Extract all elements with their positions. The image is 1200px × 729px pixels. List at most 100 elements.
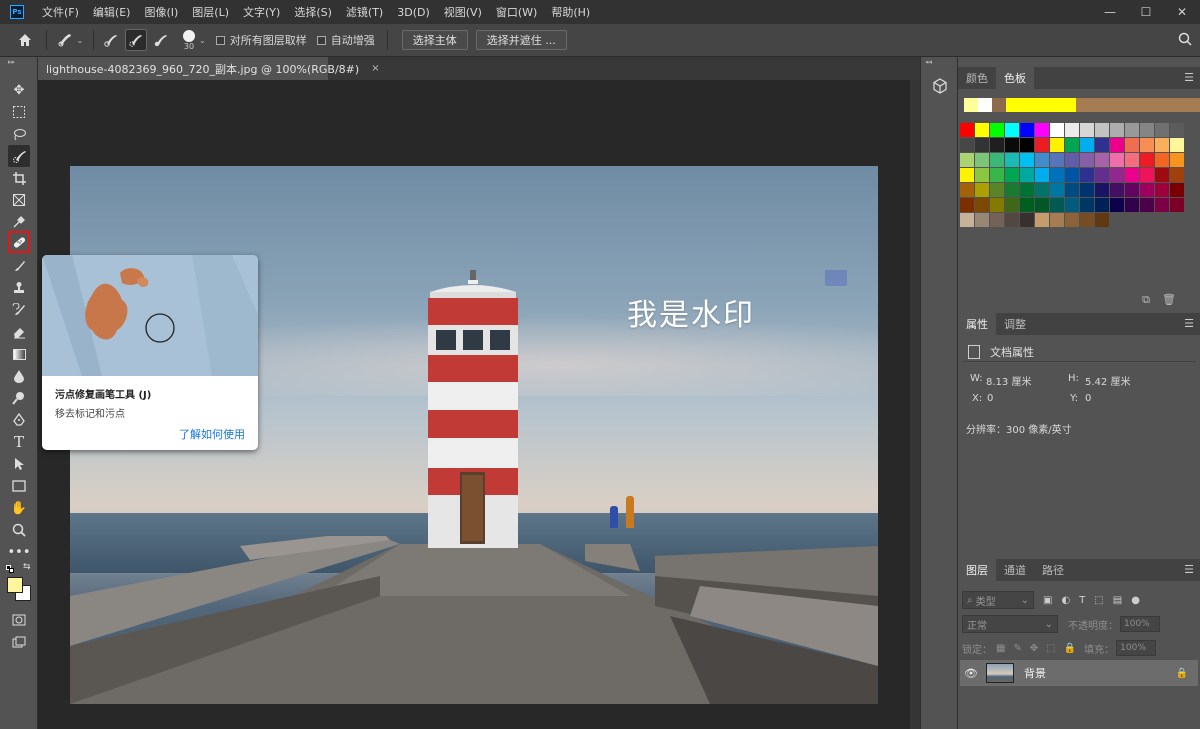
swatch[interactable]	[1170, 183, 1184, 197]
menu-filter[interactable]: 滤镜(T)	[346, 4, 383, 20]
recent-swatch[interactable]	[1020, 98, 1034, 112]
move-tool-icon[interactable]: ✥	[8, 79, 30, 101]
new-swatch-icon[interactable]: ⧉	[1142, 293, 1150, 307]
crop-tool-icon[interactable]	[8, 167, 30, 189]
lock-artboard-icon[interactable]: ⬚	[1046, 643, 1055, 654]
swatch[interactable]	[1065, 183, 1079, 197]
swatch[interactable]	[960, 198, 974, 212]
swatch[interactable]	[1050, 123, 1064, 137]
select-and-mask-button[interactable]: 选择并遮住 ...	[475, 30, 567, 50]
swatch[interactable]	[975, 168, 989, 182]
swatch[interactable]	[1080, 198, 1094, 212]
select-subject-button[interactable]: 选择主体	[401, 30, 468, 50]
recent-swatch[interactable]	[992, 98, 1006, 112]
dodge-tool-icon[interactable]	[8, 387, 30, 409]
type-tool-icon[interactable]: T	[8, 431, 30, 453]
swatch[interactable]	[1050, 153, 1064, 167]
recent-swatch[interactable]	[1188, 98, 1200, 112]
swatch[interactable]	[1095, 183, 1109, 197]
menu-layer[interactable]: 图层(L)	[192, 4, 229, 20]
sample-all-layers-checkbox[interactable]: 对所有图层取样	[215, 32, 307, 48]
path-selection-tool-icon[interactable]	[8, 453, 30, 475]
swatch[interactable]	[1005, 183, 1019, 197]
swatch[interactable]	[1140, 153, 1154, 167]
swatch[interactable]	[1050, 198, 1064, 212]
recent-swatch[interactable]	[1132, 98, 1146, 112]
swatch[interactable]	[975, 153, 989, 167]
swatch[interactable]	[975, 123, 989, 137]
swatch[interactable]	[1155, 183, 1169, 197]
lock-position-icon[interactable]: ✥	[1030, 643, 1038, 654]
layer-filter-select[interactable]: ⌕ 类型 ⌄	[962, 591, 1034, 609]
eye-icon[interactable]: 👁	[960, 667, 982, 680]
panel-menu-icon[interactable]: ☰	[1184, 317, 1194, 330]
swatch[interactable]	[1065, 198, 1079, 212]
recent-swatch[interactable]	[1090, 98, 1104, 112]
swatch[interactable]	[1020, 123, 1034, 137]
opacity-input[interactable]: 100%	[1120, 616, 1160, 632]
recent-swatch[interactable]	[1006, 98, 1020, 112]
swatch[interactable]	[1005, 123, 1019, 137]
lock-transparent-icon[interactable]: ▦	[996, 643, 1005, 654]
swatch[interactable]	[1125, 183, 1139, 197]
swatch[interactable]	[990, 183, 1004, 197]
brush-mode-normal-icon[interactable]	[100, 29, 122, 51]
swatch[interactable]	[1110, 198, 1124, 212]
pen-tool-icon[interactable]	[8, 409, 30, 431]
swatch[interactable]	[1050, 213, 1064, 227]
swatch[interactable]	[975, 183, 989, 197]
swatch[interactable]	[1110, 183, 1124, 197]
type-filter-icon[interactable]: T	[1079, 595, 1085, 606]
swatch[interactable]	[990, 198, 1004, 212]
swatch[interactable]	[1110, 168, 1124, 182]
menu-view[interactable]: 视图(V)	[444, 4, 482, 20]
filter-toggle-icon[interactable]: ●	[1131, 595, 1140, 606]
menu-image[interactable]: 图像(I)	[144, 4, 178, 20]
adjustment-filter-icon[interactable]: ◐	[1061, 595, 1070, 606]
swatch[interactable]	[1080, 168, 1094, 182]
search-icon[interactable]	[1178, 32, 1192, 49]
panel-menu-icon[interactable]: ☰	[1184, 563, 1194, 576]
minimize-button[interactable]: —	[1092, 0, 1128, 24]
close-tab-icon[interactable]: ×	[371, 63, 379, 74]
swatch[interactable]	[1110, 123, 1124, 137]
swatch[interactable]	[990, 123, 1004, 137]
brush-size-picker[interactable]: 30	[183, 29, 195, 51]
zoom-tool-icon[interactable]	[8, 519, 30, 541]
default-colors-icon[interactable]	[6, 565, 14, 573]
swatch[interactable]	[960, 213, 974, 227]
tab-swatches[interactable]: 色板	[996, 67, 1034, 89]
lock-icon[interactable]: 🔒	[1176, 668, 1188, 679]
image-filter-icon[interactable]: ▣	[1043, 595, 1052, 606]
blur-tool-icon[interactable]	[8, 365, 30, 387]
recent-swatch[interactable]	[1034, 98, 1048, 112]
menu-file[interactable]: 文件(F)	[42, 4, 79, 20]
tab-layers[interactable]: 图层	[958, 559, 996, 581]
shape-filter-icon[interactable]: ⬚	[1094, 595, 1103, 606]
gradient-tool-icon[interactable]	[8, 343, 30, 365]
swatch[interactable]	[1170, 153, 1184, 167]
swatch[interactable]	[990, 213, 1004, 227]
swatch[interactable]	[1050, 138, 1064, 152]
swatch[interactable]	[1065, 153, 1079, 167]
swatch[interactable]	[1110, 153, 1124, 167]
width-value[interactable]: 8.13 厘米	[986, 373, 1031, 388]
swatch[interactable]	[1035, 168, 1049, 182]
marquee-tool-icon[interactable]	[8, 101, 30, 123]
swatch[interactable]	[1170, 138, 1184, 152]
more-tools-icon[interactable]: •••	[8, 541, 31, 563]
swatch[interactable]	[1125, 123, 1139, 137]
blend-mode-select[interactable]: 正常 ⌄	[962, 615, 1058, 633]
swatch[interactable]	[1020, 153, 1034, 167]
swatch[interactable]	[1065, 213, 1079, 227]
menu-3d[interactable]: 3D(D)	[397, 6, 430, 19]
swatch[interactable]	[1035, 198, 1049, 212]
vertical-scrollbar[interactable]	[910, 80, 920, 729]
history-brush-tool-icon[interactable]	[8, 299, 30, 321]
swatch[interactable]	[1035, 153, 1049, 167]
swatch[interactable]	[1080, 138, 1094, 152]
fill-input[interactable]: 100%	[1116, 640, 1157, 656]
menu-type[interactable]: 文字(Y)	[243, 4, 280, 20]
swatch[interactable]	[1140, 168, 1154, 182]
swatch[interactable]	[1125, 138, 1139, 152]
